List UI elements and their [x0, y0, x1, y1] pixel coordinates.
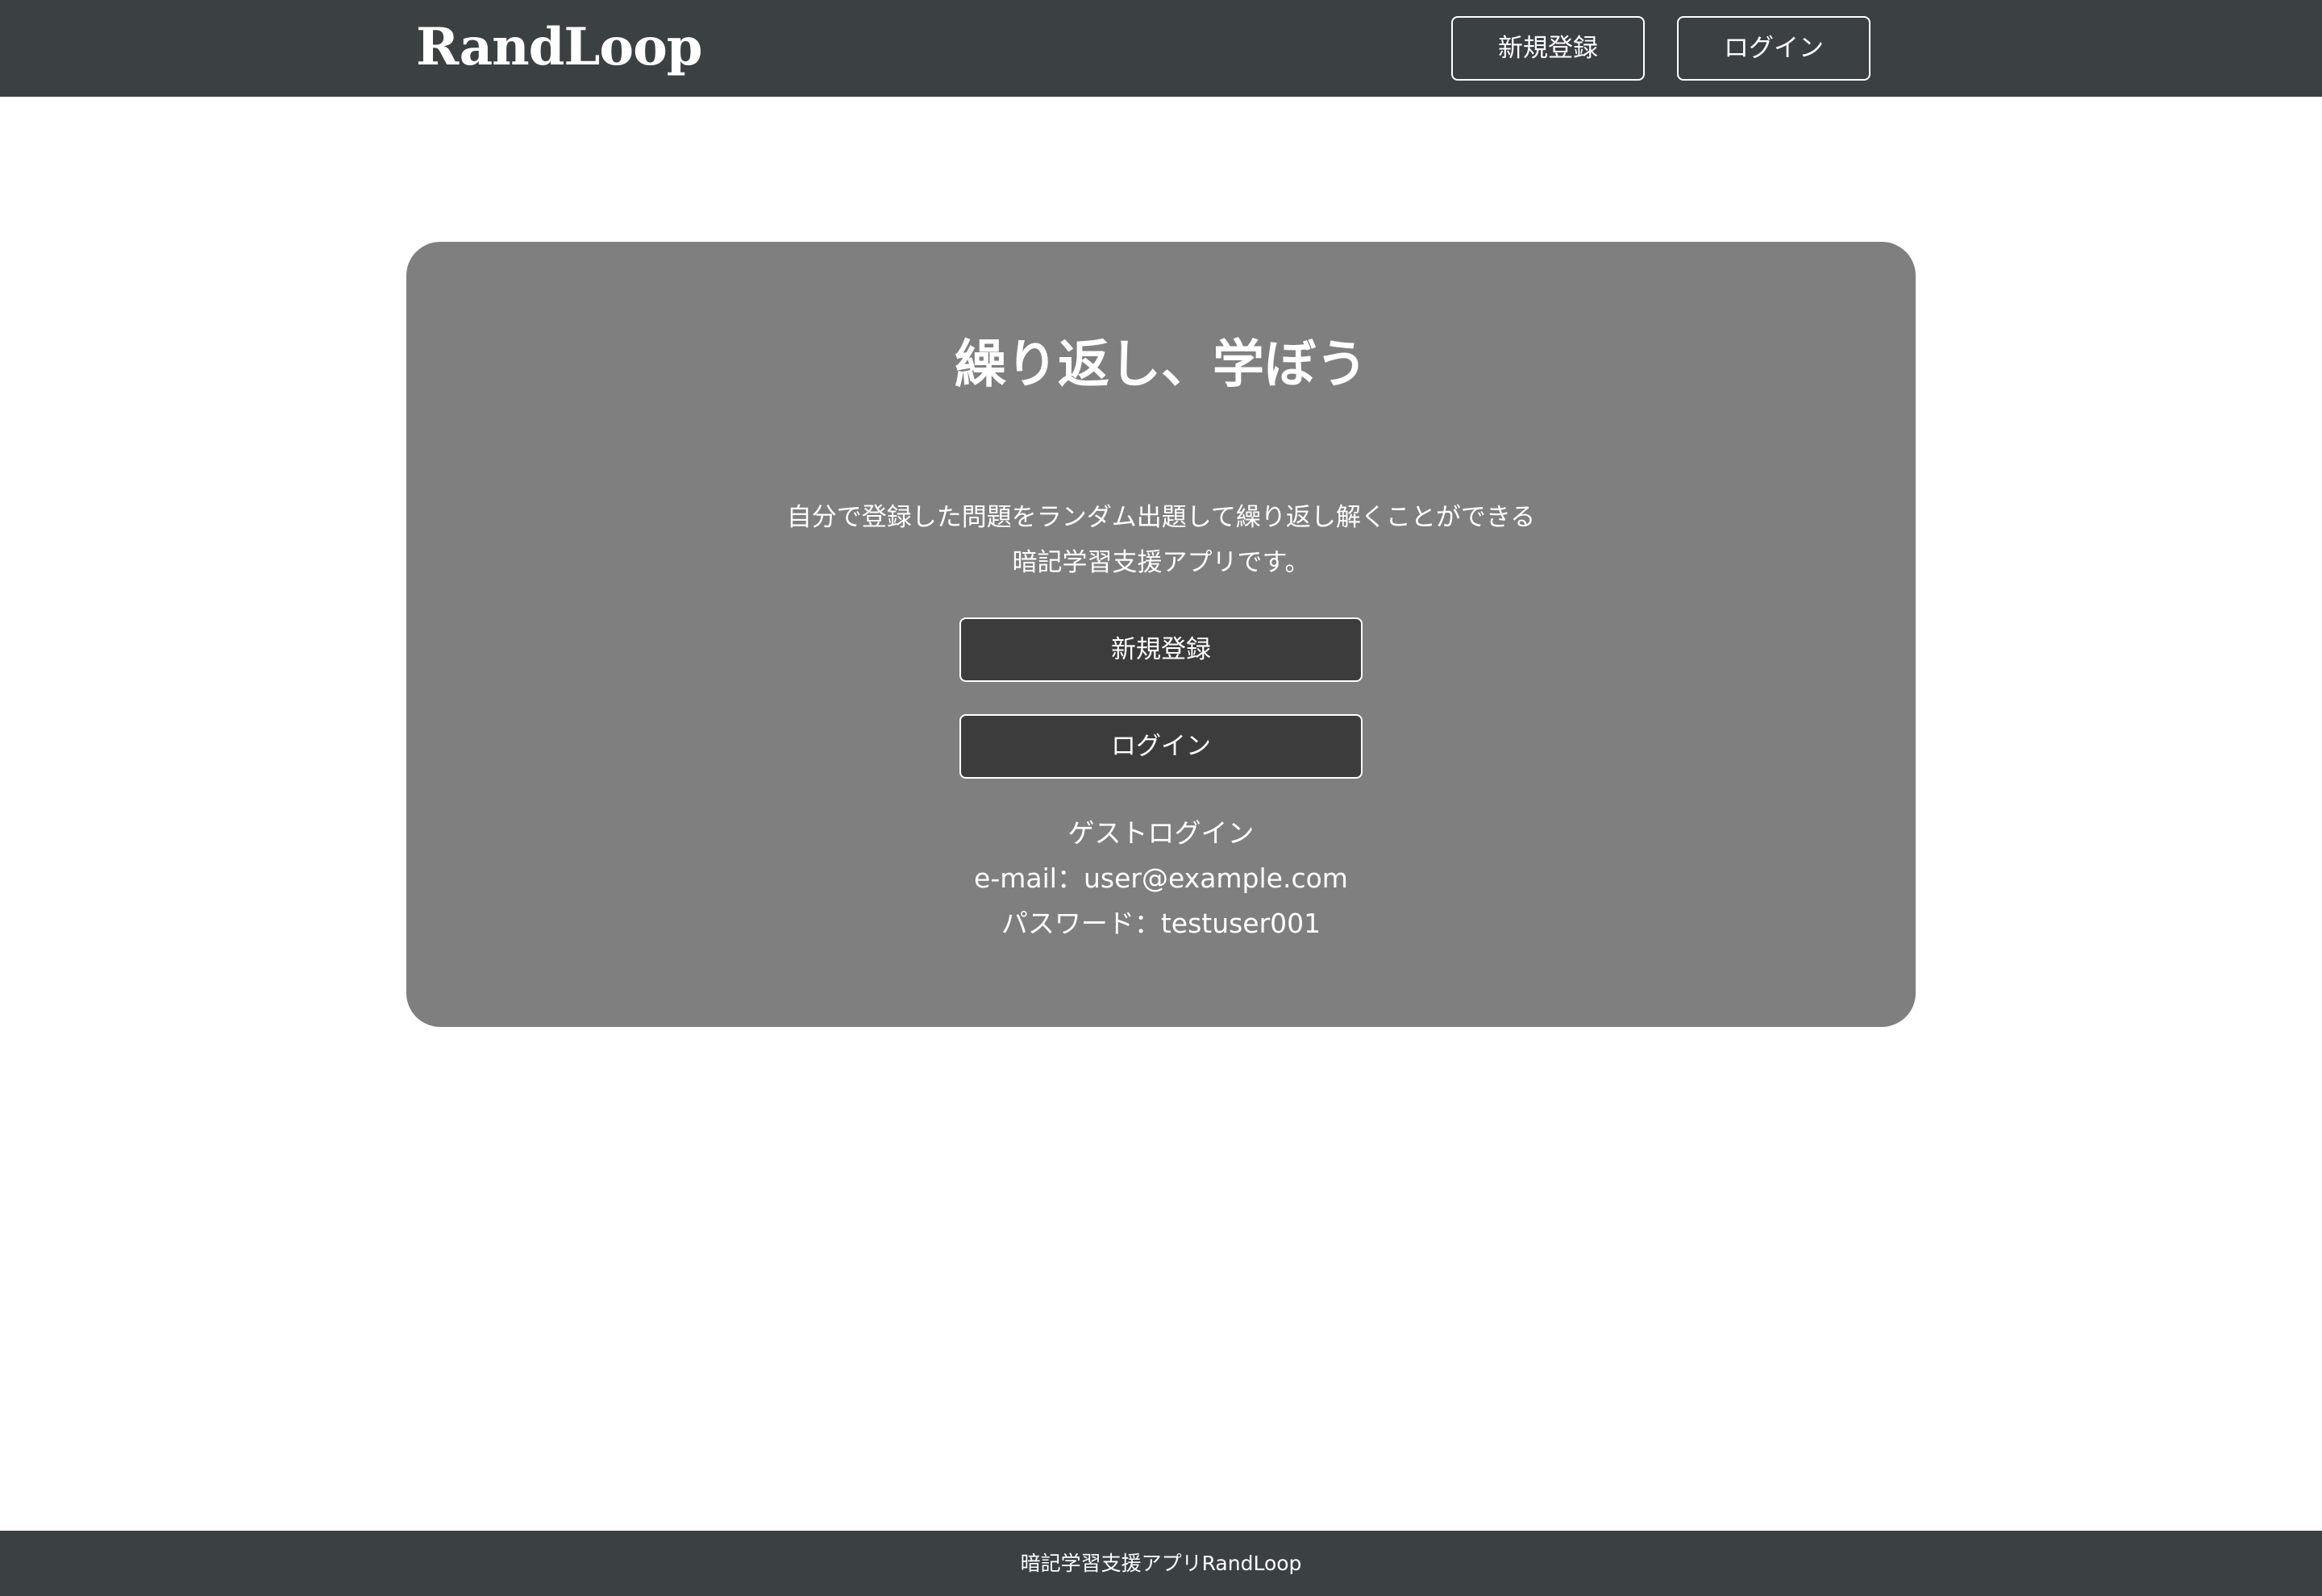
site-header: RandLoop 新規登録 ログイン — [0, 0, 2322, 97]
site-footer: 暗記学習支援アプリRandLoop — [0, 1531, 2322, 1596]
guest-password: パスワード：testuser001 — [1001, 908, 1321, 939]
header-login-button[interactable]: ログイン — [1677, 16, 1870, 81]
hero-description-line2: 暗記学習支援アプリです。 — [1012, 548, 1310, 577]
guest-email: e-mail：user@example.com — [974, 862, 1348, 894]
hero-title: 繰り返し、学ぼう — [955, 335, 1367, 395]
hero-signup-button[interactable]: 新規登録 — [959, 617, 1363, 682]
site-logo[interactable]: RandLoop — [416, 11, 703, 84]
hero-login-button[interactable]: ログイン — [959, 714, 1363, 779]
guest-login-title: ゲストログイン — [1067, 817, 1255, 849]
header-signup-button[interactable]: 新規登録 — [1451, 16, 1645, 81]
hero-description-line1: 自分で登録した問題をランダム出題して繰り返し解くことができる — [786, 503, 1536, 532]
